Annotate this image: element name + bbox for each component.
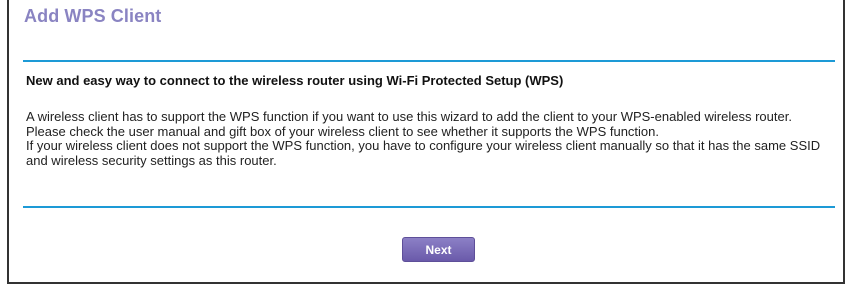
page-title: Add WPS Client <box>24 6 162 26</box>
wps-client-panel: Add WPS Client New and easy way to conne… <box>7 0 845 284</box>
intro-heading: New and easy way to connect to the wirel… <box>26 73 564 88</box>
bottom-divider <box>23 206 835 208</box>
top-divider <box>23 60 835 62</box>
intro-text: A wireless client has to support the WPS… <box>26 109 826 168</box>
intro-paragraph-2: Please check the user manual and gift bo… <box>26 123 659 139</box>
intro-paragraph-1: A wireless client has to support the WPS… <box>26 109 792 124</box>
intro-paragraph-3: If your wireless client does not support… <box>26 138 821 168</box>
next-button[interactable]: Next <box>402 237 475 262</box>
